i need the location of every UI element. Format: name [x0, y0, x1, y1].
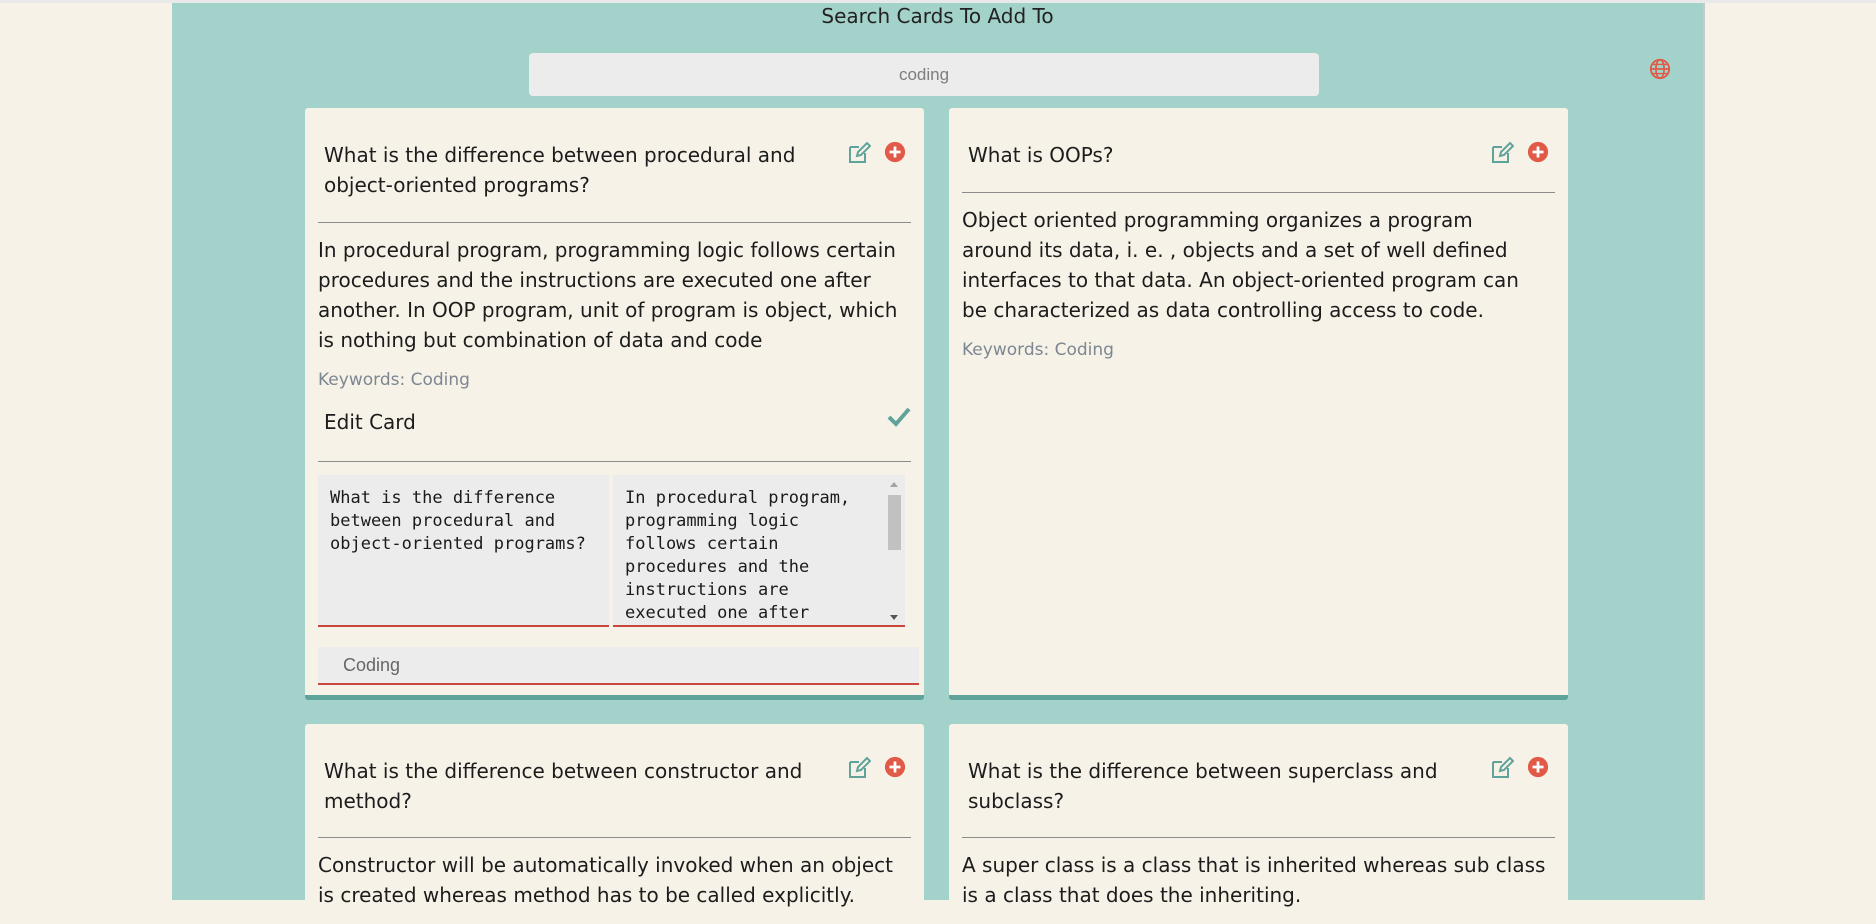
card-question: What is the difference between superclas… — [968, 759, 1438, 813]
card-question: What is OOPs? — [968, 143, 1114, 167]
main-panel: Search Cards To Add To What is the diffe… — [172, 3, 1705, 924]
scroll-up-icon[interactable] — [885, 477, 903, 491]
card-divider — [318, 837, 911, 838]
add-icon[interactable] — [884, 141, 906, 163]
answer-scrollbar[interactable] — [885, 477, 903, 625]
card: What is the difference between construct… — [305, 724, 924, 924]
card-question: What is the difference between construct… — [324, 759, 803, 813]
card-divider — [962, 837, 1555, 838]
card-keywords: Keywords: Coding — [318, 370, 470, 390]
scroll-thumb[interactable] — [888, 495, 901, 550]
edit-card-title: Edit Card — [324, 410, 416, 434]
add-icon[interactable] — [884, 756, 906, 778]
keywords-input[interactable] — [318, 647, 919, 685]
edit-icon[interactable] — [847, 141, 871, 165]
edit-icon[interactable] — [1490, 141, 1514, 165]
globe-icon[interactable] — [1649, 58, 1671, 80]
card: What is the difference between procedura… — [305, 108, 924, 700]
card-answer: Object oriented programming organizes a … — [962, 208, 1519, 322]
card-keywords: Keywords: Coding — [962, 340, 1114, 360]
edit-icon[interactable] — [1490, 756, 1514, 780]
add-icon[interactable] — [1527, 141, 1549, 163]
card-answer: A super class is a class that is inherit… — [962, 853, 1546, 907]
card-divider — [318, 222, 911, 223]
card: What is OOPs? Object oriented programmin… — [949, 108, 1568, 700]
page-title: Search Cards To Add To — [821, 4, 1054, 28]
card: What is the difference between superclas… — [949, 724, 1568, 924]
card-answer: Constructor will be automatically invoke… — [318, 853, 893, 907]
search-input[interactable] — [529, 53, 1319, 96]
add-icon[interactable] — [1527, 756, 1549, 778]
question-textarea[interactable]: What is the difference between procedura… — [318, 475, 609, 627]
scroll-down-icon[interactable] — [885, 611, 903, 625]
card-divider — [962, 192, 1555, 193]
card-question: What is the difference between procedura… — [324, 143, 796, 197]
edit-icon[interactable] — [847, 756, 871, 780]
check-icon[interactable] — [887, 407, 911, 427]
edit-divider — [318, 461, 911, 462]
answer-textarea[interactable]: In procedural program, programming logic… — [613, 475, 905, 627]
card-answer: In procedural program, programming logic… — [318, 238, 898, 352]
